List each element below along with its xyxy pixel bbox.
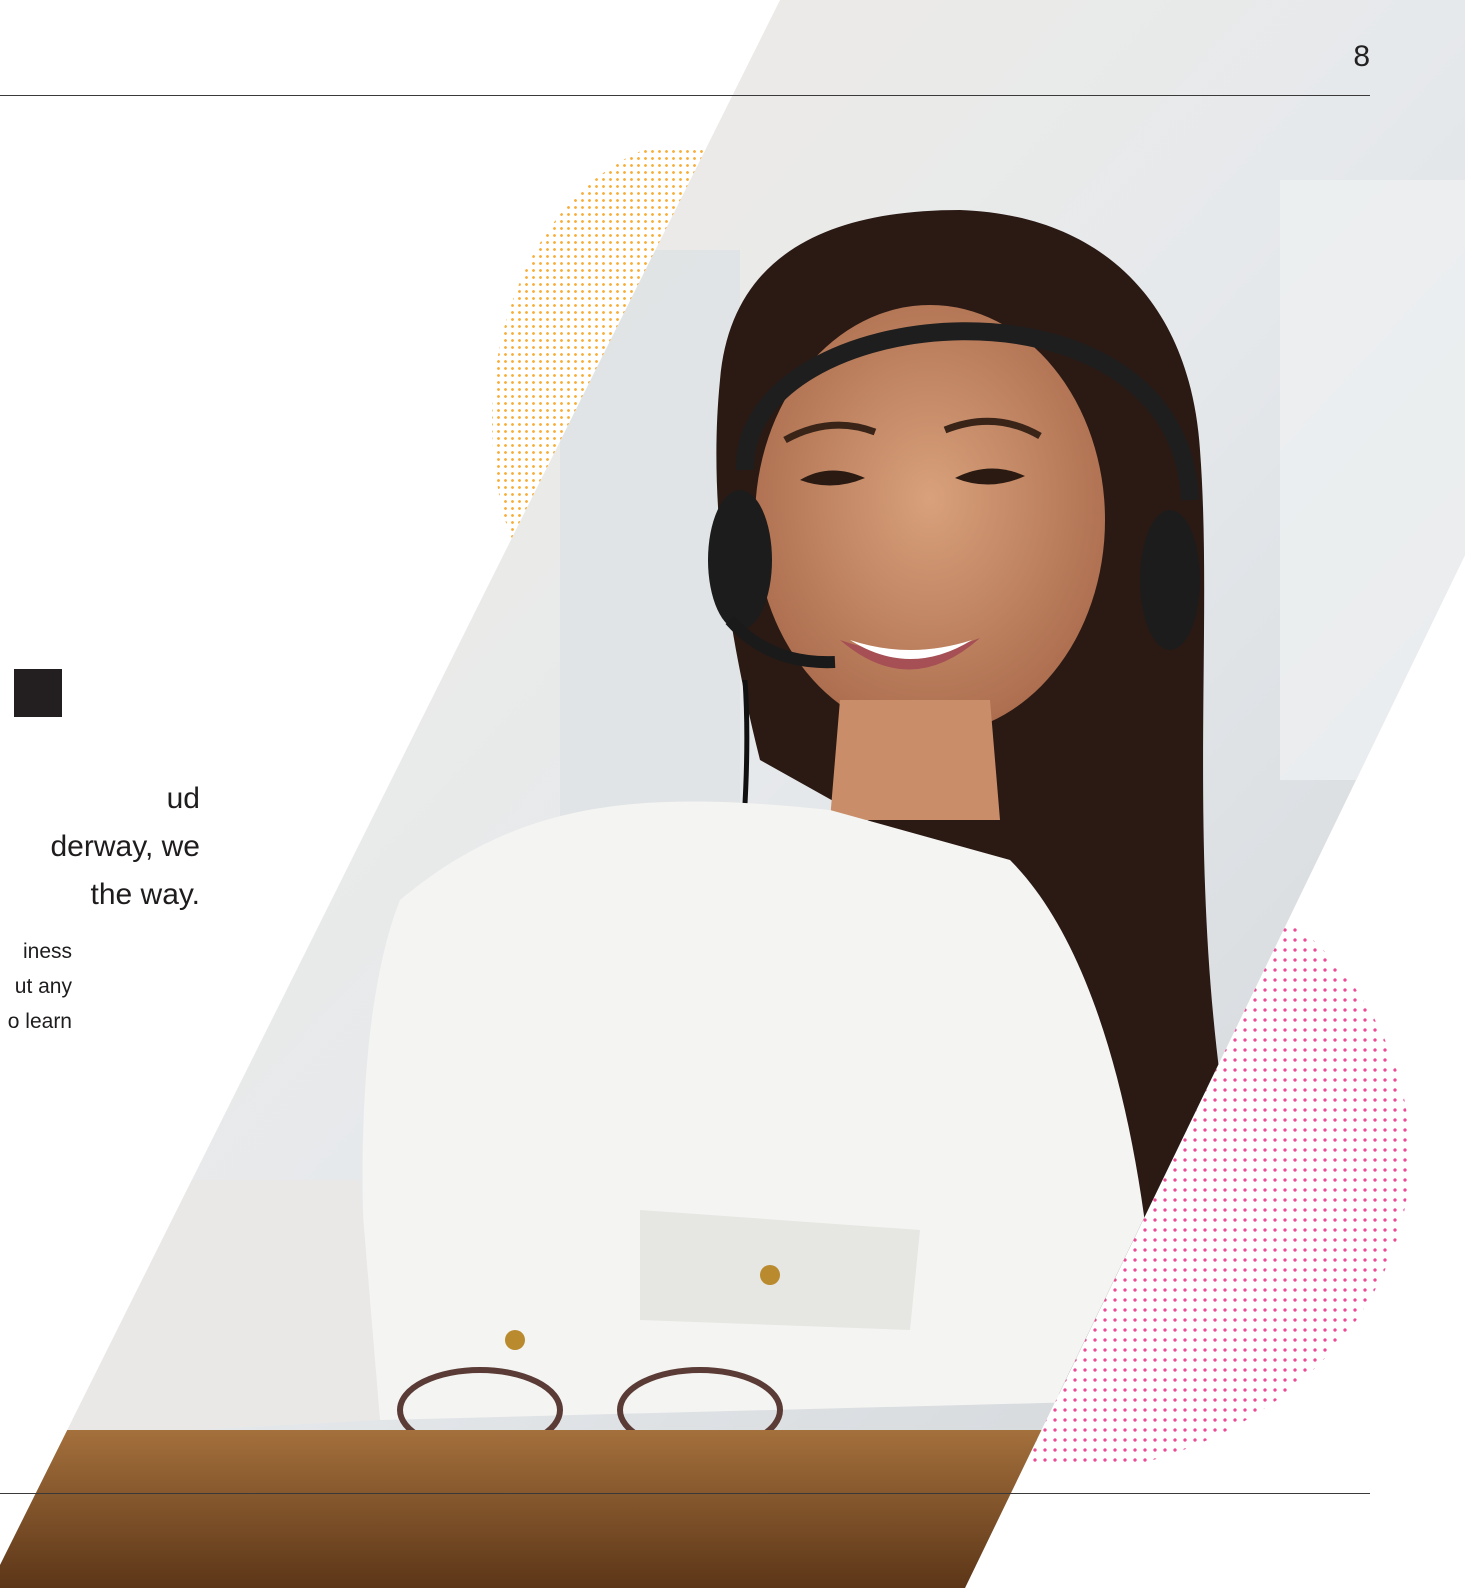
bottom-rule [0, 1493, 1370, 1494]
heading-line: ud [166, 782, 200, 815]
heading-line: derway, we [50, 830, 200, 863]
top-rule [0, 95, 1370, 96]
body-line: ut any [14, 975, 72, 998]
body-paragraph: iness ut any o learn [0, 934, 72, 1039]
brochure-page: 8 ud derway, we the way. iness ut any o … [0, 0, 1465, 1588]
heading-line: the way. [90, 878, 201, 911]
page-number: 8 [1353, 40, 1370, 73]
black-square-marker [14, 669, 62, 717]
body-line: o learn [7, 1010, 72, 1033]
body-line: iness [22, 940, 72, 963]
section-heading: ud derway, we the way. [0, 775, 200, 919]
